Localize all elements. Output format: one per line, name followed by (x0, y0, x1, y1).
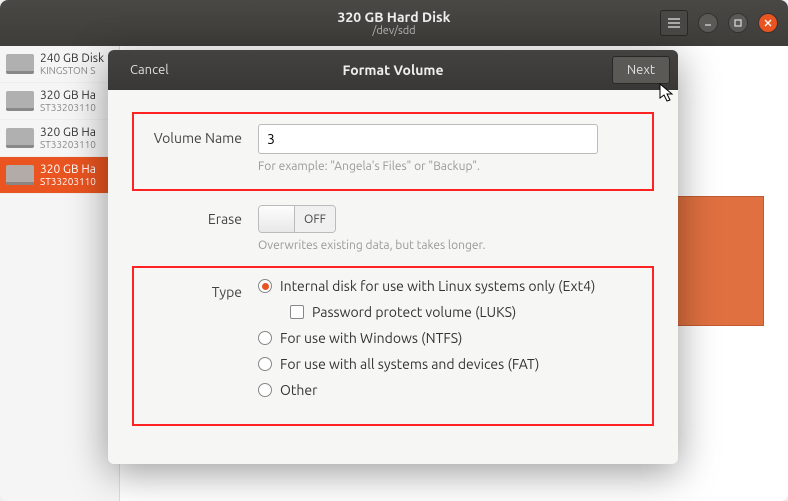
erase-label: Erase (148, 205, 258, 227)
format-volume-dialog: Cancel Format Volume Next Volume Name Fo… (108, 50, 678, 464)
radio-icon (258, 331, 272, 345)
titlebar: 320 GB Hard Disk /dev/sdd (0, 0, 788, 46)
type-option-label: For use with Windows (NTFS) (280, 330, 462, 346)
type-label: Type (148, 278, 258, 300)
disk-icon (6, 165, 34, 185)
type-section-highlight: Type Internal disk for use with Linux sy… (132, 266, 654, 426)
disk-sidebar: 240 GB Disk KINGSTON S 320 GB Ha ST33203… (0, 46, 120, 501)
hamburger-menu-button[interactable] (660, 10, 688, 36)
close-icon (764, 19, 772, 27)
disk-name: 320 GB Ha (40, 89, 96, 102)
disk-icon (6, 54, 34, 74)
type-option-other[interactable]: Other (258, 382, 638, 398)
disk-sub: ST33203110 (40, 139, 96, 150)
disk-item-selected[interactable]: 320 GB Ha ST33203110 (0, 157, 119, 194)
toggle-state: OFF (295, 206, 335, 232)
disk-name: 320 GB Ha (40, 163, 96, 176)
erase-toggle[interactable]: OFF (258, 205, 336, 233)
maximize-icon (734, 19, 742, 27)
mouse-cursor-icon (659, 83, 675, 103)
type-option-label: For use with all systems and devices (FA… (280, 356, 539, 372)
volume-name-hint: For example: "Angela's Files" or "Backup… (258, 160, 638, 173)
disk-icon (6, 128, 34, 148)
type-option-luks[interactable]: Password protect volume (LUKS) (258, 304, 638, 320)
type-option-label: Password protect volume (LUKS) (312, 304, 516, 320)
disk-item[interactable]: 320 GB Ha ST33203110 (0, 83, 119, 120)
disk-icon (6, 91, 34, 111)
type-option-ntfs[interactable]: For use with Windows (NTFS) (258, 330, 638, 346)
type-option-fat[interactable]: For use with all systems and devices (FA… (258, 356, 638, 372)
dialog-title: Format Volume (108, 62, 678, 78)
hamburger-icon (667, 16, 681, 30)
maximize-button[interactable] (728, 13, 748, 33)
type-option-label: Other (280, 382, 317, 398)
disk-sub: ST33203110 (40, 102, 96, 113)
disk-sub: KINGSTON S (40, 65, 104, 76)
volume-name-label: Volume Name (148, 124, 258, 146)
close-button[interactable] (758, 13, 778, 33)
disk-name: 240 GB Disk (40, 52, 104, 65)
type-option-label: Internal disk for use with Linux systems… (280, 278, 595, 294)
type-option-ext4[interactable]: Internal disk for use with Linux systems… (258, 278, 638, 294)
next-button[interactable]: Next (612, 56, 670, 84)
disk-item[interactable]: 320 GB Ha ST33203110 (0, 120, 119, 157)
toggle-knob (259, 206, 295, 232)
minimize-icon (704, 19, 712, 27)
volume-name-input[interactable] (258, 124, 598, 154)
volume-name-section-highlight: Volume Name For example: "Angela's Files… (132, 112, 654, 191)
cancel-button[interactable]: Cancel (116, 57, 183, 83)
disk-name: 320 GB Ha (40, 126, 96, 139)
next-button-label: Next (627, 63, 655, 77)
erase-hint: Overwrites existing data, but takes long… (258, 239, 638, 252)
minimize-button[interactable] (698, 13, 718, 33)
radio-icon (258, 357, 272, 371)
disk-sub: ST33203110 (40, 176, 96, 187)
radio-icon (258, 383, 272, 397)
checkbox-icon (290, 305, 304, 319)
disk-item[interactable]: 240 GB Disk KINGSTON S (0, 46, 119, 83)
radio-icon (258, 279, 272, 293)
dialog-header: Cancel Format Volume Next (108, 50, 678, 90)
